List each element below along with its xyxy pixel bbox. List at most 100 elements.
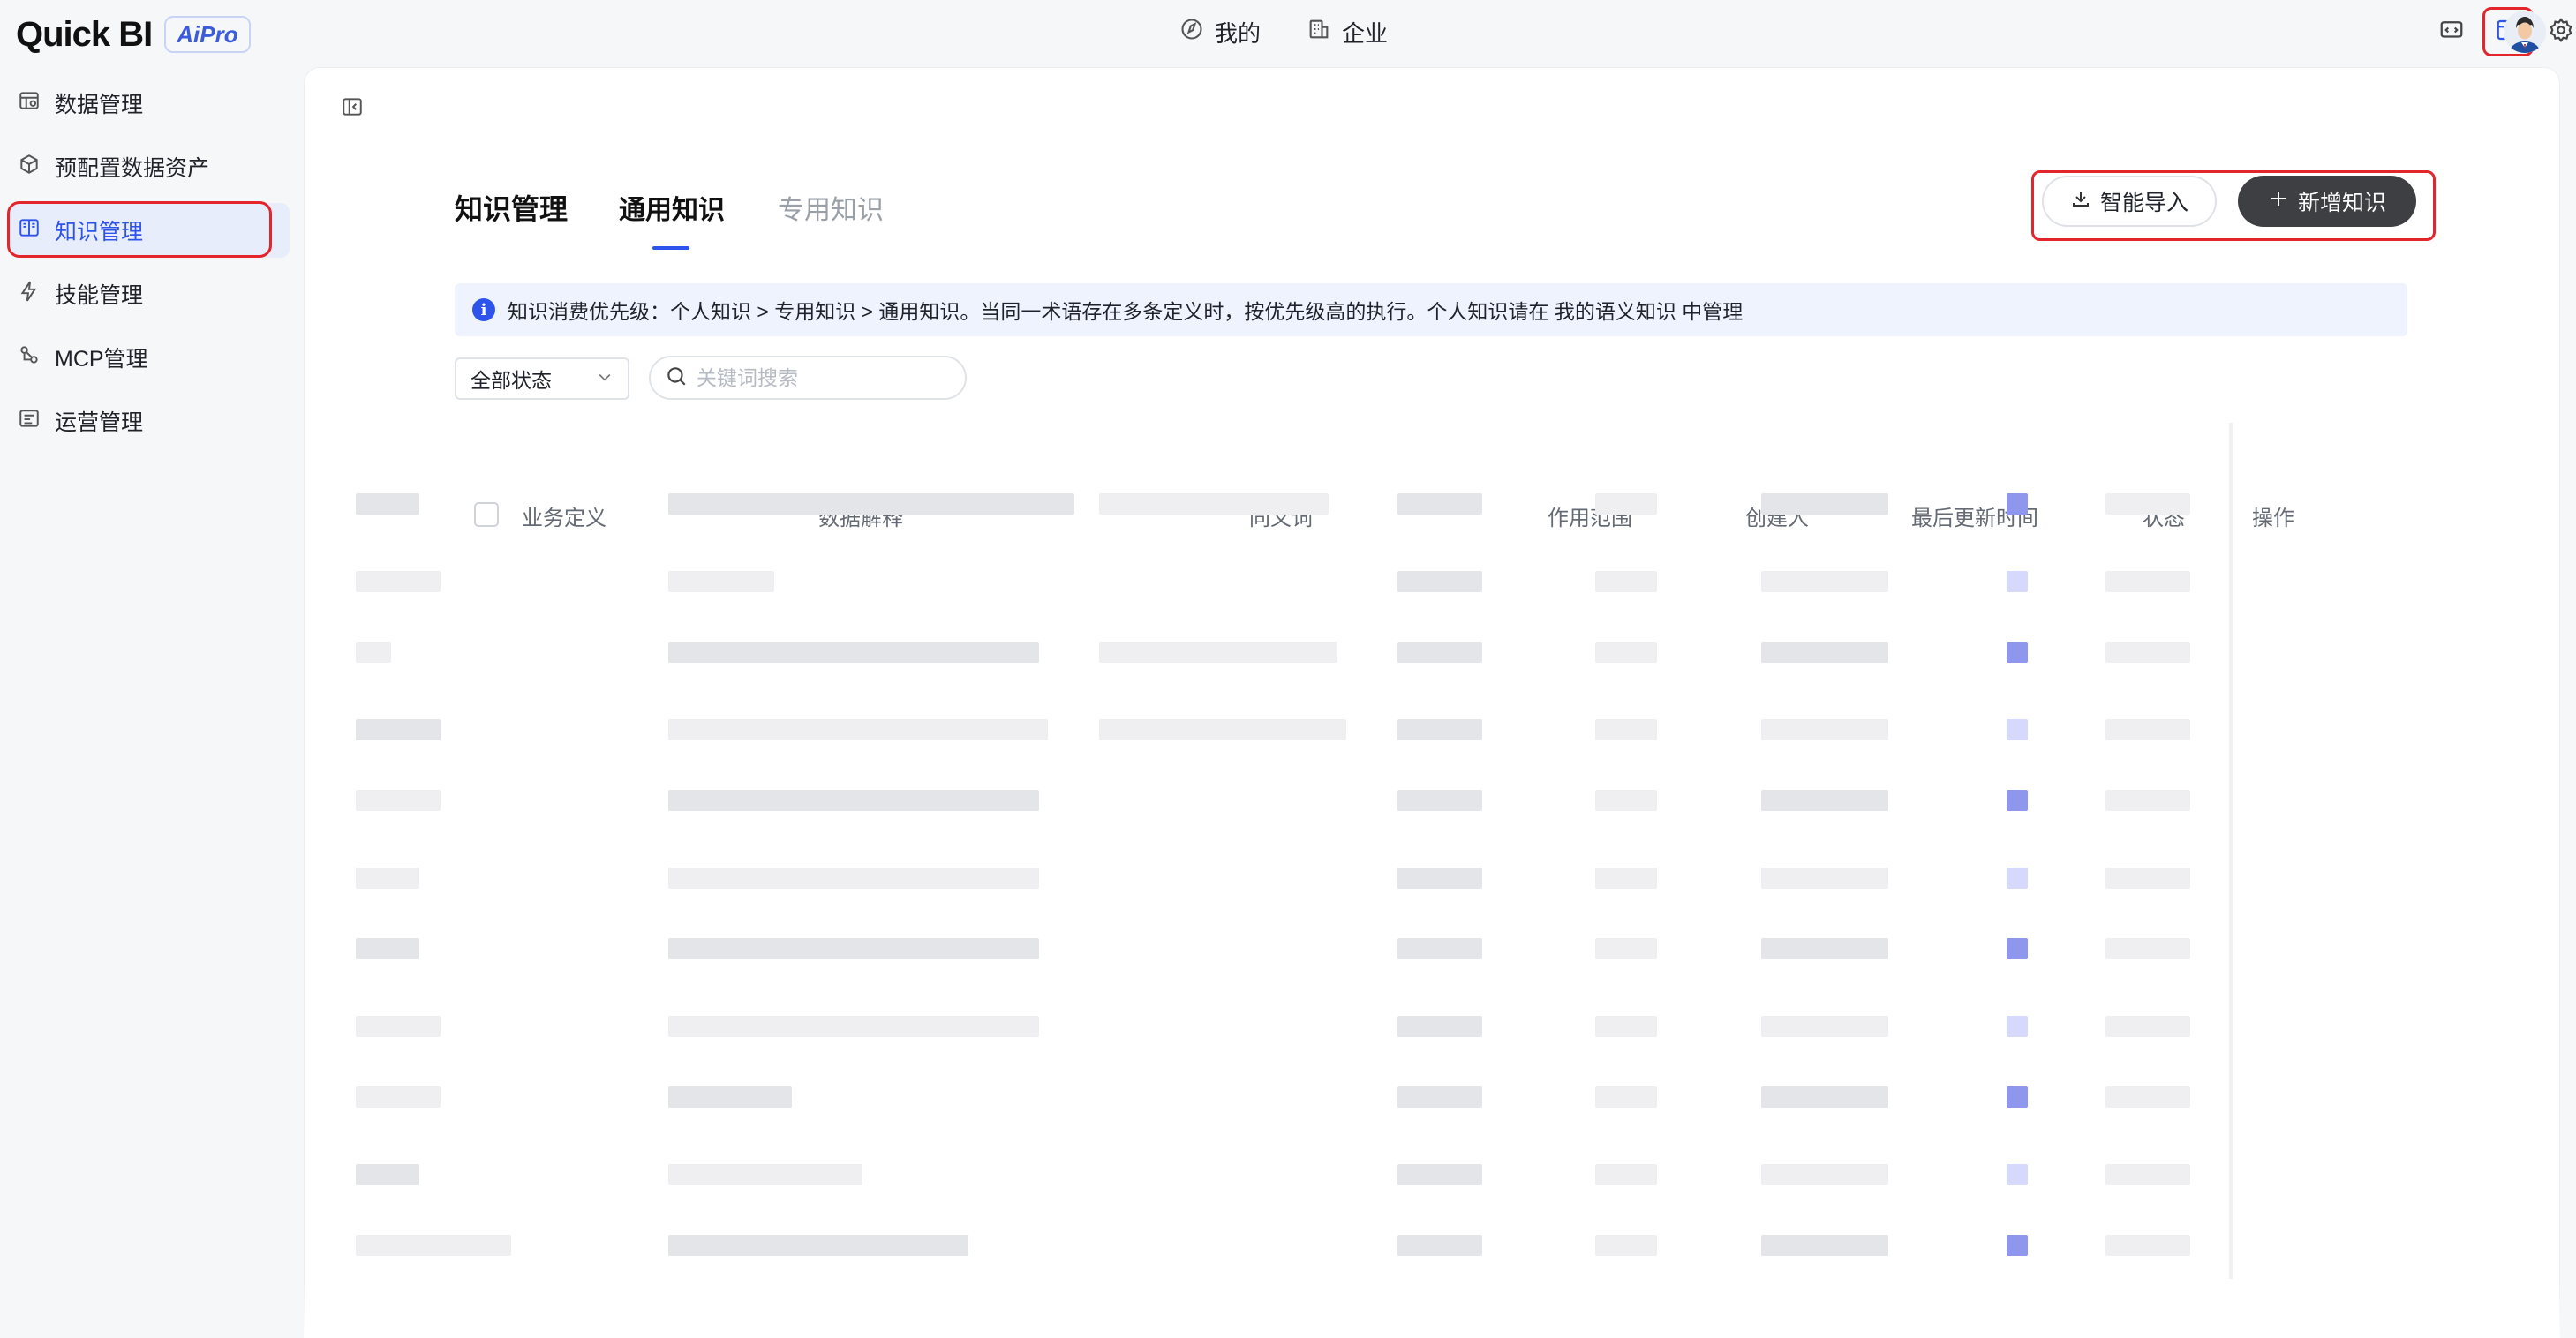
blurred-actions xyxy=(2105,642,2190,663)
user-avatar[interactable] xyxy=(2504,11,2546,53)
status-indicator xyxy=(2007,938,2028,959)
sidebar-item-label: 运营管理 xyxy=(55,410,144,435)
download-icon xyxy=(2070,188,2091,215)
blurred-business-definition xyxy=(356,719,441,740)
blurred-updated-time xyxy=(1761,1016,1888,1037)
search-box[interactable] xyxy=(649,356,967,400)
table-row[interactable] xyxy=(305,700,2257,774)
logo[interactable]: Quick BI AiPro xyxy=(16,12,251,56)
blurred-creator xyxy=(1595,1235,1657,1256)
status-filter-select[interactable]: 全部状态 xyxy=(455,357,629,400)
table-row[interactable] xyxy=(305,626,2257,700)
blurred-business-definition xyxy=(356,1086,441,1108)
table-row[interactable] xyxy=(305,477,2257,552)
blurred-scope xyxy=(1397,1235,1482,1256)
bottom-fade xyxy=(304,1280,2560,1338)
blurred-business-definition xyxy=(356,1235,511,1256)
blurred-scope xyxy=(1397,1016,1482,1037)
status-indicator xyxy=(2007,642,2028,663)
table-row[interactable] xyxy=(305,1145,2257,1219)
blurred-updated-time xyxy=(1761,493,1888,515)
building-icon xyxy=(1307,17,1331,48)
status-indicator xyxy=(2007,493,2028,515)
blurred-scope xyxy=(1397,1164,1482,1185)
blurred-updated-time xyxy=(1761,868,1888,889)
top-nav-mine[interactable]: 我的 xyxy=(1179,16,1261,49)
status-filter-value: 全部状态 xyxy=(471,369,552,392)
sidebar-item-label: 预配置数据资产 xyxy=(55,156,210,181)
blurred-business-definition xyxy=(356,1016,441,1037)
blurred-scope xyxy=(1397,493,1482,515)
top-bar: Quick BI AiPro 我的 企业 xyxy=(0,0,2576,65)
top-nav-enterprise[interactable]: 企业 xyxy=(1307,16,1388,49)
table-row[interactable] xyxy=(305,774,2257,848)
blurred-business-definition xyxy=(356,1164,419,1185)
sidebar-item-label: MCP管理 xyxy=(55,347,148,372)
blurred-actions xyxy=(2105,1235,2190,1256)
table-row[interactable] xyxy=(305,1071,2257,1145)
sidebar-item-operations-management[interactable]: 运营管理 xyxy=(9,394,290,448)
blurred-business-definition xyxy=(356,790,441,811)
blurred-creator xyxy=(1595,1016,1657,1037)
sidebar-item-mcp-management[interactable]: MCP管理 xyxy=(9,330,290,385)
top-nav-mine-label: 我的 xyxy=(1215,19,1262,47)
status-indicator xyxy=(2007,1086,2028,1108)
blurred-scope xyxy=(1397,719,1482,740)
table-row[interactable] xyxy=(305,552,2257,626)
blurred-scope xyxy=(1397,790,1482,811)
blurred-updated-time xyxy=(1761,642,1888,663)
sidebar-item-skill-management[interactable]: 技能管理 xyxy=(9,267,290,321)
mcp-link-icon xyxy=(18,343,41,372)
sidebar-item-preconfigured-assets[interactable]: 预配置数据资产 xyxy=(9,139,290,194)
collapse-sidebar-button[interactable] xyxy=(338,94,366,123)
blurred-scope xyxy=(1397,938,1482,959)
status-indicator xyxy=(2007,1016,2028,1037)
blurred-creator xyxy=(1595,493,1657,515)
cube-icon xyxy=(18,153,41,182)
blurred-actions xyxy=(2105,571,2190,592)
sidebar-item-data-management[interactable]: 数据管理 xyxy=(9,76,290,131)
table-row[interactable] xyxy=(305,922,2257,996)
sidebar-collapse-icon xyxy=(341,95,364,123)
page-header: 知识管理 通用知识 专用知识 xyxy=(455,181,937,250)
highlight-ring xyxy=(7,201,272,258)
logo-text: Quick BI xyxy=(16,14,153,54)
column-header-actions[interactable]: 操作 xyxy=(2252,500,2294,531)
blurred-data-explanation xyxy=(668,1235,968,1256)
blurred-business-definition xyxy=(356,493,419,515)
sidebar-item-knowledge-management[interactable]: 知识管理 xyxy=(7,201,290,258)
blurred-business-definition xyxy=(356,868,419,889)
blurred-actions xyxy=(2105,1086,2190,1108)
tab-dedicated-knowledge[interactable]: 专用知识 xyxy=(778,181,884,234)
operations-icon xyxy=(18,407,41,436)
info-text: 知识消费优先级：个人知识 > 专用知识 > 通用知识。当同一术语存在多条定义时，… xyxy=(508,300,1744,323)
table-row[interactable] xyxy=(305,996,2257,1071)
blurred-actions xyxy=(2105,493,2190,515)
blurred-creator xyxy=(1595,1164,1657,1185)
blurred-creator xyxy=(1595,642,1657,663)
blurred-business-definition xyxy=(356,571,441,592)
smart-import-button[interactable]: 智能导入 xyxy=(2042,176,2217,227)
blurred-updated-time xyxy=(1761,790,1888,811)
search-input[interactable] xyxy=(697,365,953,390)
blurred-data-explanation xyxy=(668,642,1039,663)
blurred-data-explanation xyxy=(668,868,1039,889)
top-nav-enterprise-label: 企业 xyxy=(1342,19,1389,47)
gear-icon xyxy=(2548,17,2574,48)
compass-icon xyxy=(1179,17,1204,48)
search-icon xyxy=(665,365,688,392)
blurred-actions xyxy=(2105,1164,2190,1185)
data-table-icon xyxy=(18,89,41,118)
blurred-actions xyxy=(2105,938,2190,959)
add-knowledge-button[interactable]: 新增知识 xyxy=(2238,176,2416,227)
plus-icon xyxy=(2268,188,2289,215)
sidebar-item-label: 数据管理 xyxy=(55,93,144,117)
blurred-creator xyxy=(1595,1086,1657,1108)
code-screen-button[interactable] xyxy=(2426,7,2477,56)
table-row[interactable] xyxy=(305,848,2257,922)
blurred-updated-time xyxy=(1761,571,1888,592)
tab-general-knowledge[interactable]: 通用知识 xyxy=(619,181,725,250)
status-indicator xyxy=(2007,790,2028,811)
blurred-synonyms xyxy=(1099,493,1329,515)
status-indicator xyxy=(2007,1164,2028,1185)
